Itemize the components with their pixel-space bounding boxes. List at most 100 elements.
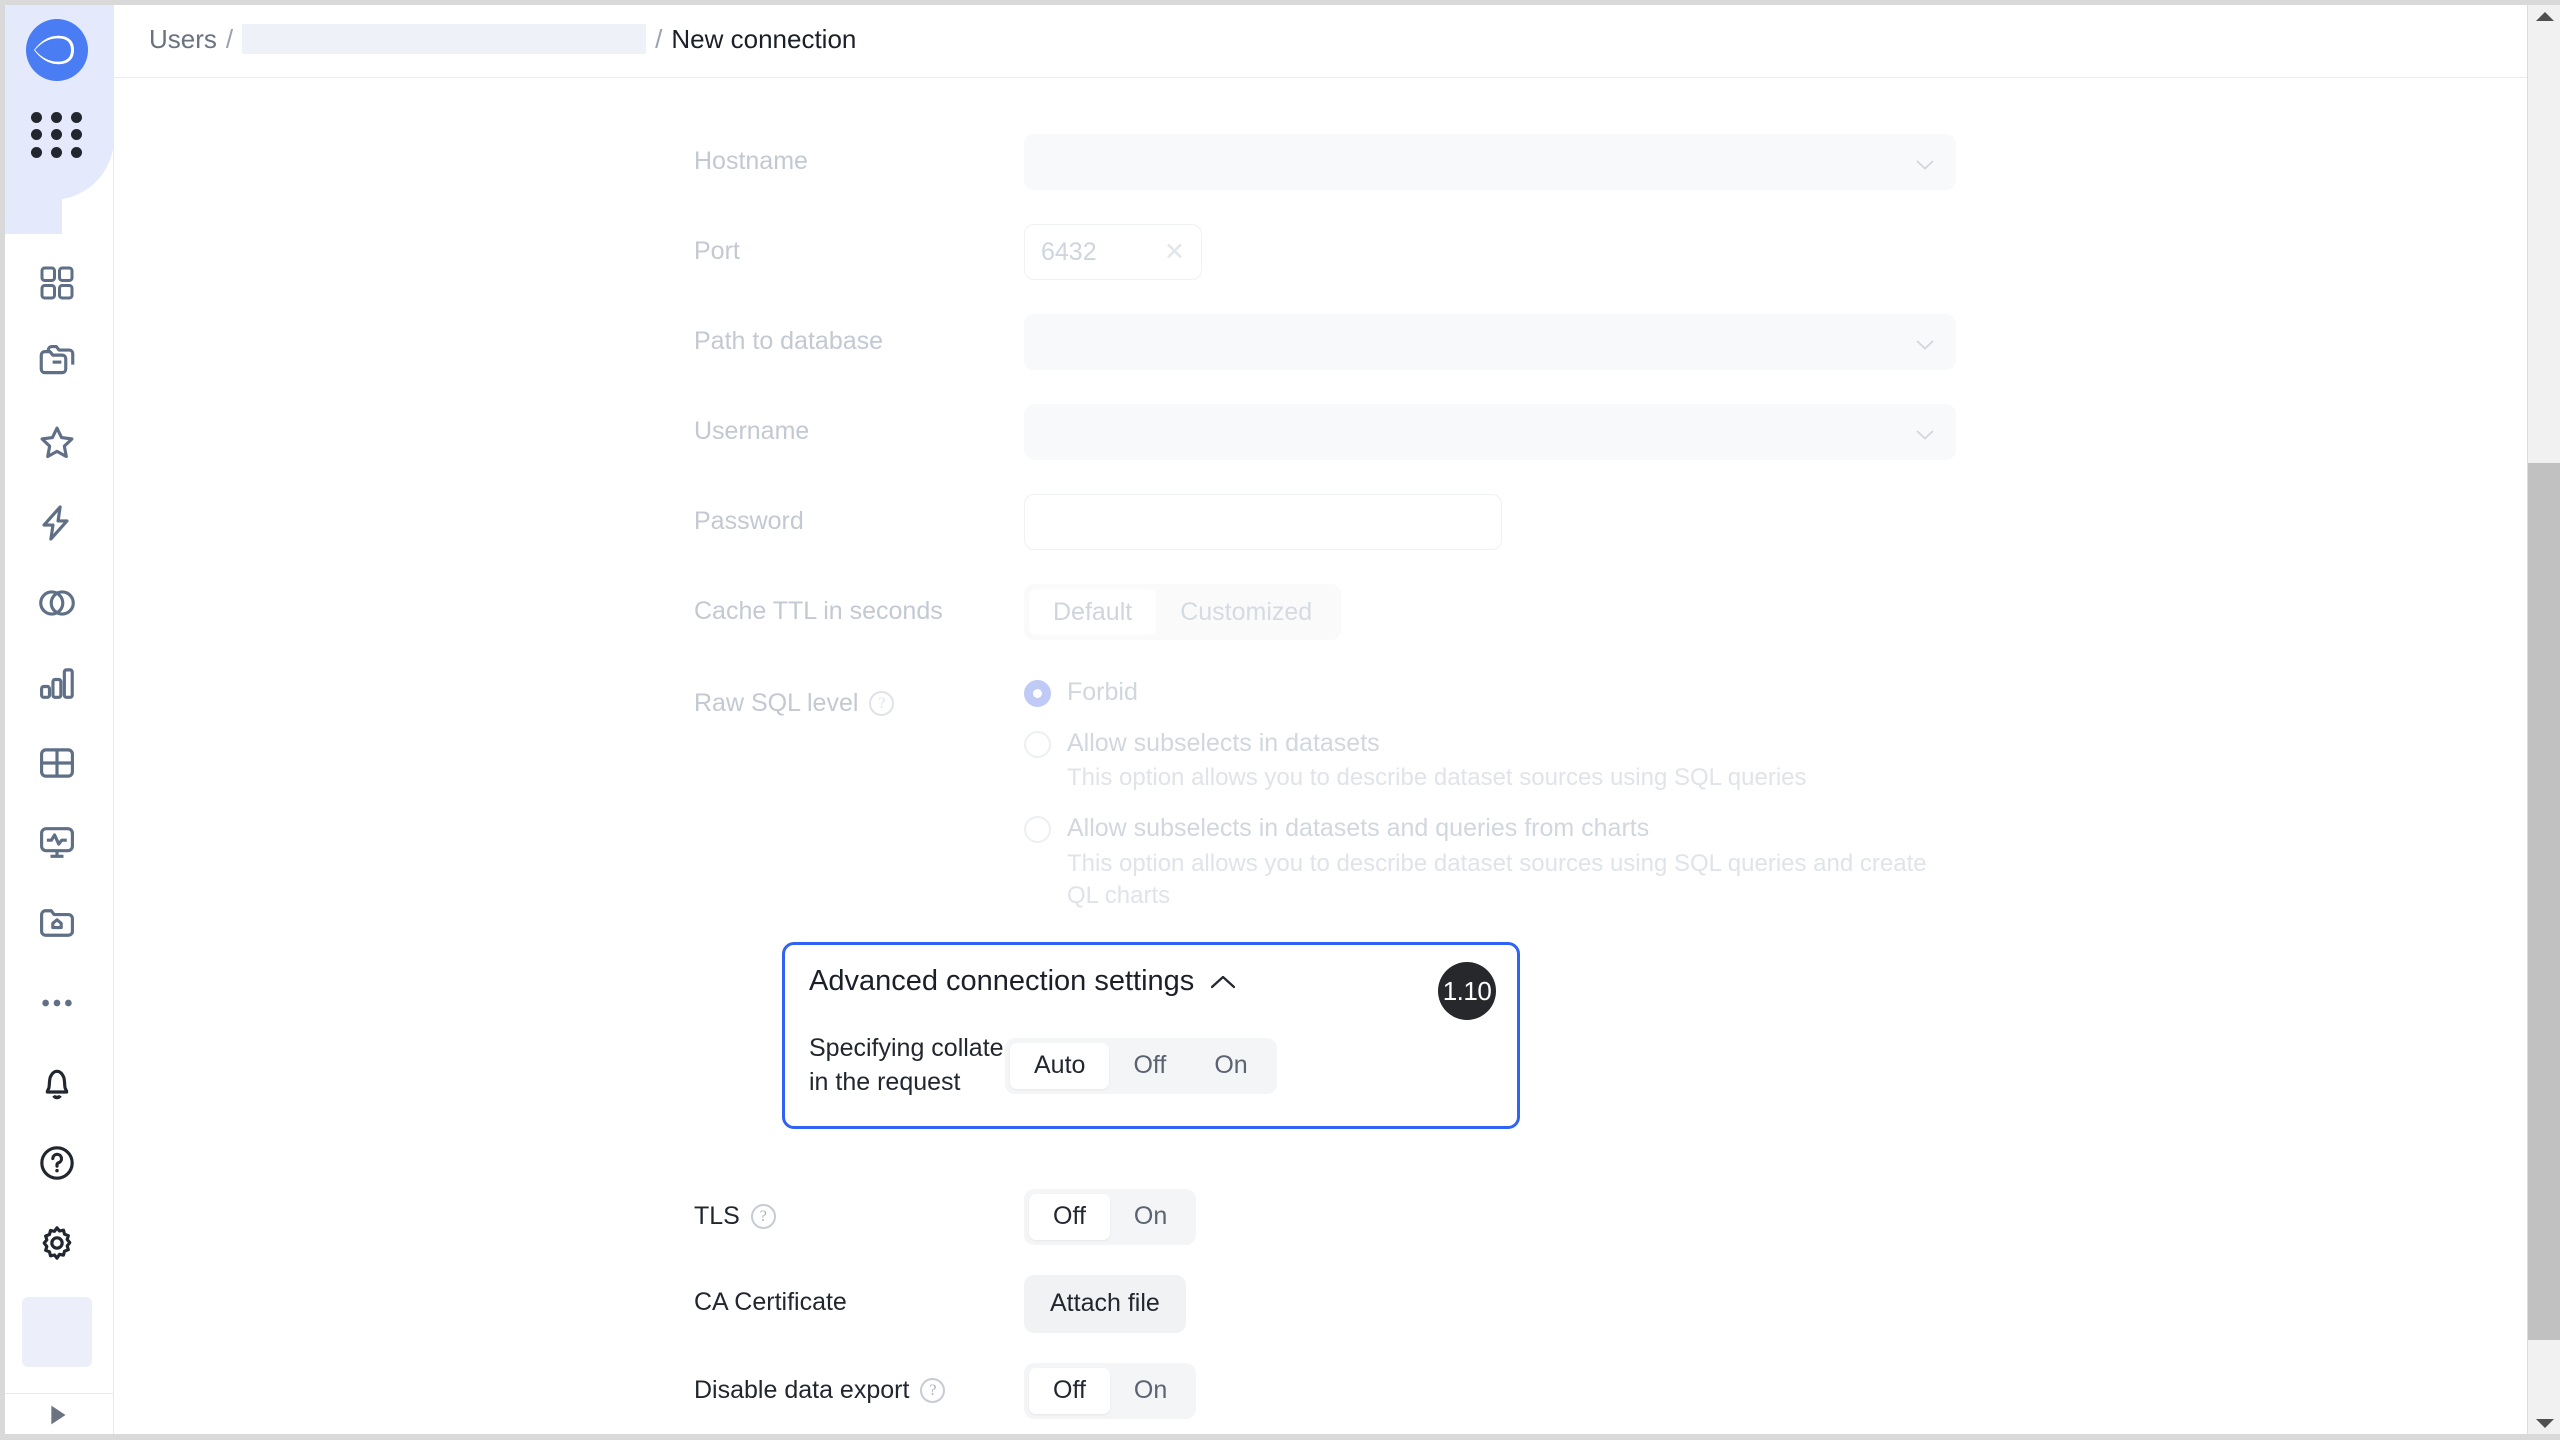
breadcrumb-current: New connection xyxy=(671,26,856,52)
window-edge-top xyxy=(0,0,2560,5)
sidebar-item-workbooks[interactable] xyxy=(0,883,114,963)
attach-file-button[interactable]: Attach file xyxy=(1024,1275,1186,1333)
disable-data-export-option-off[interactable]: Off xyxy=(1029,1368,1110,1414)
sidebar-item-folders[interactable] xyxy=(0,323,114,403)
grid-dot xyxy=(51,147,62,158)
grid-dot xyxy=(31,129,42,140)
grid-dot xyxy=(31,147,42,158)
sidebar-item-settings[interactable] xyxy=(0,1203,114,1283)
user-avatar[interactable] xyxy=(22,1297,92,1367)
sidebar-item-notifications[interactable] xyxy=(0,1043,114,1123)
specifying-collate-segmented: Auto Off On xyxy=(1005,1038,1277,1094)
help-icon[interactable]: ? xyxy=(751,1204,776,1229)
collate-option-off[interactable]: Off xyxy=(1109,1043,1190,1089)
sidebar-nav xyxy=(0,243,114,1043)
grid-dot xyxy=(51,112,62,123)
field-row-disable-data-export: Disable data export ? Off On xyxy=(114,1363,2560,1419)
breadcrumb-redacted-segment[interactable] xyxy=(242,24,646,54)
path-to-database-label: Path to database xyxy=(694,314,1024,357)
vertical-scrollbar[interactable] xyxy=(2527,0,2560,1440)
chevron-down-icon xyxy=(1916,157,1934,167)
raw-sql-level-text: Raw SQL level xyxy=(694,688,858,719)
cache-ttl-control: Default Customized xyxy=(1024,584,2560,640)
app-root: Users / / New connection Hostname xyxy=(0,0,2560,1440)
tls-option-on[interactable]: On xyxy=(1110,1194,1191,1240)
tls-label-text: TLS xyxy=(694,1201,740,1232)
clear-icon[interactable]: ✕ xyxy=(1164,237,1185,267)
breadcrumb-users[interactable]: Users xyxy=(149,26,217,52)
radio-text-block: Allow subselects in datasets This option… xyxy=(1067,727,1807,795)
form-content: Hostname Port 6432 xyxy=(114,78,2560,1440)
password-input[interactable] xyxy=(1024,494,1502,550)
field-row-tls: TLS ? Off On xyxy=(114,1189,2560,1245)
chevron-up-icon[interactable] xyxy=(1210,974,1236,989)
radio-description: This option allows you to describe datas… xyxy=(1067,762,1807,794)
advanced-settings-header[interactable]: Advanced connection settings 1.10 xyxy=(809,965,1493,998)
folder-home-icon xyxy=(36,902,78,944)
sidebar-item-monitoring[interactable] xyxy=(0,803,114,883)
sidebar-collapse-button[interactable] xyxy=(0,1393,114,1440)
field-row-ca-certificate: CA Certificate Attach file xyxy=(114,1275,2560,1333)
disable-data-export-control: Off On xyxy=(1024,1363,2560,1419)
port-value: 6432 xyxy=(1041,238,1097,267)
collate-option-on[interactable]: On xyxy=(1190,1043,1271,1089)
sidebar-item-favorites[interactable] xyxy=(0,403,114,483)
cache-ttl-option-customized[interactable]: Customized xyxy=(1156,589,1336,635)
help-icon[interactable]: ? xyxy=(869,691,894,716)
field-row-path: Path to database xyxy=(114,314,2560,370)
specifying-collate-label: Specifying collate in the request xyxy=(809,1032,1005,1100)
hostname-control xyxy=(1024,134,2560,190)
radio-option-forbid[interactable]: Forbid xyxy=(1024,676,2560,709)
datalens-logo[interactable] xyxy=(24,17,90,83)
tls-segmented: Off On xyxy=(1024,1189,1196,1245)
sidebar-header xyxy=(0,0,114,225)
sidebar-item-connections[interactable] xyxy=(0,483,114,563)
ca-certificate-control: Attach file xyxy=(1024,1275,2560,1333)
window-edge-bottom xyxy=(0,1434,2560,1440)
cache-ttl-label: Cache TTL in seconds xyxy=(694,584,1024,627)
disable-data-export-label: Disable data export ? xyxy=(694,1363,1024,1406)
port-input[interactable]: 6432 ✕ xyxy=(1024,224,1202,280)
radio-option-allow-subselects[interactable]: Allow subselects in datasets This option… xyxy=(1024,727,2560,795)
breadcrumb: Users / / New connection xyxy=(149,24,856,54)
sidebar-item-more[interactable] xyxy=(0,963,114,1043)
help-icon[interactable]: ? xyxy=(920,1378,945,1403)
path-to-database-select[interactable] xyxy=(1024,314,1956,370)
hostname-label: Hostname xyxy=(694,134,1024,177)
tls-control: Off On xyxy=(1024,1189,2560,1245)
radio-option-allow-subselects-and-queries[interactable]: Allow subselects in datasets and queries… xyxy=(1024,812,2560,912)
field-row-specifying-collate: Specifying collate in the request Auto O… xyxy=(809,1032,1493,1100)
sidebar-item-datasets[interactable] xyxy=(0,563,114,643)
grid-dot xyxy=(71,112,82,123)
password-control xyxy=(1024,494,2560,550)
tls-option-off[interactable]: Off xyxy=(1029,1194,1110,1240)
raw-sql-level-control: Forbid Allow subselects in datasets This… xyxy=(1024,676,2560,913)
chevron-down-icon xyxy=(1916,427,1934,437)
apps-grid-icon[interactable] xyxy=(30,112,84,158)
triangle-up-icon xyxy=(2536,12,2554,21)
field-row-hostname: Hostname xyxy=(114,134,2560,190)
port-control: 6432 ✕ xyxy=(1024,224,2560,280)
scrollbar-thumb[interactable] xyxy=(2528,463,2560,1340)
username-select[interactable] xyxy=(1024,404,1956,460)
cache-ttl-option-default[interactable]: Default xyxy=(1029,589,1156,635)
breadcrumb-separator-2: / xyxy=(655,26,662,52)
field-row-port: Port 6432 ✕ xyxy=(114,224,2560,280)
sidebar-item-tables[interactable] xyxy=(0,723,114,803)
connection-form: Hostname Port 6432 xyxy=(114,78,2560,1440)
hostname-select[interactable] xyxy=(1024,134,1956,190)
chevron-down-icon xyxy=(1916,337,1934,347)
sidebar-item-help[interactable] xyxy=(0,1123,114,1203)
sidebar-bottom xyxy=(0,1043,114,1393)
collate-option-auto[interactable]: Auto xyxy=(1010,1043,1109,1089)
field-row-username: Username xyxy=(114,404,2560,460)
step-badge: 1.10 xyxy=(1438,962,1496,1020)
sidebar-item-dashboards[interactable] xyxy=(0,243,114,323)
field-row-cache-ttl: Cache TTL in seconds Default Customized xyxy=(114,584,2560,640)
path-to-database-control xyxy=(1024,314,2560,370)
advanced-connection-settings-panel: Advanced connection settings 1.10 Specif… xyxy=(782,942,1520,1129)
sidebar-item-charts[interactable] xyxy=(0,643,114,723)
disable-data-export-option-on[interactable]: On xyxy=(1110,1368,1191,1414)
radio-text-block: Allow subselects in datasets and queries… xyxy=(1067,812,1947,912)
ellipsis-icon xyxy=(36,982,78,1024)
